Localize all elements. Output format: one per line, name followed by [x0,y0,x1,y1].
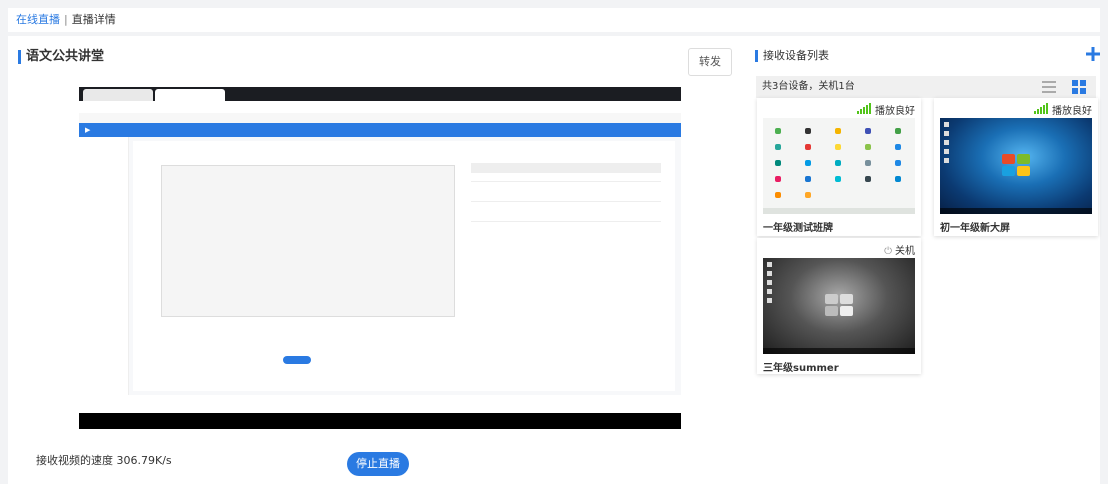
device-name: 一年级测试班牌 [763,223,833,234]
preview-content [129,137,681,395]
breadcrumb-link-live[interactable]: 在线直播 [16,13,60,26]
preview-app-header: ▶ [79,123,681,137]
grid-view-icon[interactable] [1072,80,1086,94]
preview-browser-toolbar [79,101,681,125]
breadcrumb: 在线直播 | 直播详情 [8,8,1100,32]
power-off-icon: ⏻ [884,246,892,257]
device-summary-text: 共3台设备，关机1台 [762,81,855,92]
device-status-text: 播放良好 [875,106,915,117]
device-screen-thumbnail [940,118,1092,214]
forward-button[interactable]: 转发 [688,48,732,76]
signal-strength-icon [1034,103,1049,117]
receive-speed-text: 接收视频的速度 306.79K/s [36,454,172,467]
add-device-icon[interactable] [1084,45,1102,63]
device-card[interactable]: 播放良好 初一年级新大屏 [934,98,1098,236]
breadcrumb-current: 直播详情 [71,13,116,26]
preview-footer [79,395,681,413]
device-status-text: 播放良好 [1052,106,1092,117]
device-card[interactable]: 播放良好 一年级测试班牌 [757,98,921,236]
page-title: 语文公共讲堂 [18,50,104,64]
device-summary-bar: 共3台设备，关机1台 [756,76,1096,98]
device-name: 初一年级新大屏 [940,223,1010,234]
device-status: 播放良好 [1034,102,1092,117]
list-view-icon[interactable] [1042,81,1056,93]
device-screen-thumbnail [763,118,915,214]
device-status: 播放良好 [857,102,915,117]
preview-sidebar [79,137,129,395]
device-card[interactable]: ⏻ 关机 三年级summer [757,238,921,374]
signal-strength-icon [857,103,872,117]
device-screen-thumbnail [763,258,915,354]
live-video-preview[interactable]: ▶ [79,87,681,429]
stop-live-button[interactable]: 停止直播 [347,452,409,476]
device-status: ⏻ 关机 [884,242,915,257]
preview-bottom-bar [79,413,681,429]
device-status-text: 关机 [895,246,915,257]
device-list-title: 接收设备列表 [755,50,829,62]
breadcrumb-separator: | [64,13,68,26]
device-name: 三年级summer [763,363,839,374]
preview-browser-tabbar [79,87,681,101]
